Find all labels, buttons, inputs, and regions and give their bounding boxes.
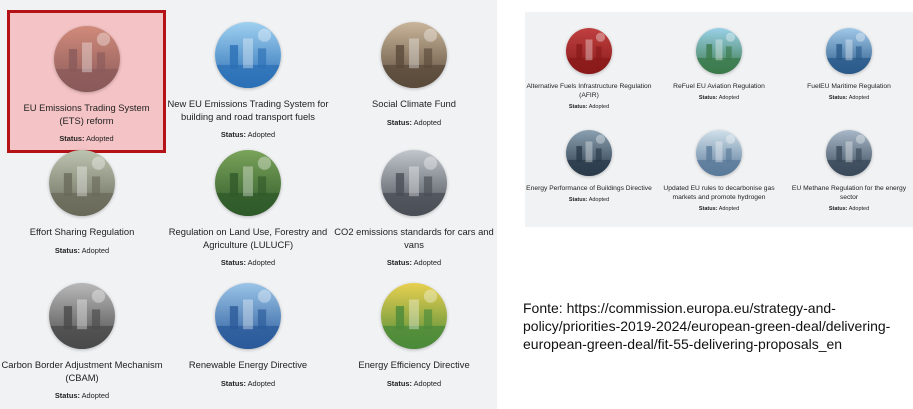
status-value: Adopted — [413, 117, 442, 127]
left-proposals-panel: EU Emissions Trading System (ETS) reform… — [0, 0, 497, 409]
status-label: Status: — [828, 206, 848, 213]
status-label: Status: — [54, 391, 80, 401]
status-line: Status: Adopted — [332, 118, 496, 127]
proposal-card[interactable]: EU Emissions Trading System (ETS) reform… — [7, 10, 166, 153]
status-line: Status: Adopted — [10, 134, 163, 143]
source-note: Fonte: https://commission.europa.eu/stra… — [523, 300, 891, 352]
status-value: Adopted — [413, 258, 442, 268]
proposal-title: Social Climate Fund — [372, 98, 456, 109]
proposal-title: Updated EU rules to decarbonise gas mark… — [663, 185, 775, 202]
proposal-title: Energy Efficiency Directive — [358, 359, 470, 370]
pipeline-icon — [826, 130, 872, 176]
status-line: Status: Adopted — [785, 206, 913, 212]
status-value: Adopted — [848, 206, 870, 213]
building-facade-icon — [566, 130, 612, 176]
proposal-title: Renewable Energy Directive — [188, 359, 308, 370]
cars-traffic-icon — [381, 150, 447, 216]
proposal-card[interactable]: Social Climate Fund Status: Adopted — [332, 22, 496, 127]
ev-charger-icon — [566, 28, 612, 74]
proposal-card[interactable]: CO2 emissions standards for cars and van… — [332, 150, 496, 267]
proposal-card[interactable]: ReFuel EU Aviation Regulation Status: Ado… — [655, 28, 783, 101]
proposal-title: EU Methane Regulation for the energy sec… — [791, 185, 907, 202]
status-line: Status: Adopted — [525, 104, 653, 110]
status-value: Adopted — [247, 378, 276, 388]
status-line: Status: Adopted — [332, 258, 496, 267]
proposal-title: New EU Emissions Trading System for buil… — [167, 98, 329, 122]
steel-industry-icon — [49, 283, 115, 349]
proposal-card[interactable]: EU Methane Regulation for the energy sec… — [785, 130, 913, 212]
cooling-tower-icon — [49, 150, 115, 216]
proposal-card[interactable]: Regulation on Land Use, Forestry and Agr… — [166, 150, 330, 267]
status-line: Status: Adopted — [166, 130, 330, 139]
status-line: Status: Adopted — [332, 379, 496, 388]
status-line: Status: Adopted — [655, 206, 783, 212]
proposal-card[interactable]: Energy Efficiency Directive Status: Adopt… — [332, 283, 496, 388]
status-label: Status: — [386, 378, 412, 388]
status-value: Adopted — [247, 130, 276, 140]
proposal-card[interactable]: FuelEU Maritime Regulation Status: Adopte… — [785, 28, 913, 101]
proposal-card[interactable]: Effort Sharing Regulation Status: Adopted — [0, 150, 164, 255]
proposal-title: ReFuel EU Aviation Regulation — [673, 83, 765, 90]
right-proposals-panel: Alternative Fuels Infrastructure Regulat… — [525, 12, 913, 227]
proposal-title: Energy Performance of Buildings Directiv… — [526, 185, 652, 192]
hydrogen-tanks-icon — [696, 130, 742, 176]
energy-label-icon — [381, 283, 447, 349]
status-value: Adopted — [413, 378, 442, 388]
proposal-title: Effort Sharing Regulation — [29, 226, 135, 237]
cargo-ship-icon — [826, 28, 872, 74]
proposal-title: FuelEU Maritime Regulation — [807, 83, 891, 90]
status-value: Adopted — [81, 391, 110, 401]
status-label: Status: — [220, 378, 246, 388]
proposal-title: Carbon Border Adjustment Mechanism (CBAM… — [1, 359, 163, 383]
status-label: Status: — [220, 258, 246, 268]
proposal-title: EU Emissions Trading System (ETS) reform — [23, 102, 150, 126]
fuel-station-icon — [215, 22, 281, 88]
status-label: Status: — [59, 134, 85, 144]
status-value: Adopted — [718, 206, 740, 213]
status-value: Adopted — [848, 95, 870, 102]
proposal-title: Regulation on Land Use, Forestry and Agr… — [168, 226, 328, 250]
status-label: Status: — [568, 104, 588, 111]
status-line: Status: Adopted — [525, 197, 653, 203]
status-value: Adopted — [718, 95, 740, 102]
status-label: Status: — [698, 206, 718, 213]
status-value: Adopted — [247, 258, 276, 268]
proposal-card[interactable]: New EU Emissions Trading System for buil… — [166, 22, 330, 139]
airplane-icon — [696, 28, 742, 74]
status-line: Status: Adopted — [166, 258, 330, 267]
status-line: Status: Adopted — [166, 379, 330, 388]
proposal-card[interactable]: Renewable Energy Directive Status: Adopte… — [166, 283, 330, 388]
status-value: Adopted — [81, 245, 110, 255]
solar-wind-icon — [215, 283, 281, 349]
status-value: Adopted — [588, 104, 610, 111]
proposal-title: Alternative Fuels Infrastructure Regulat… — [526, 83, 652, 100]
status-line: Status: Adopted — [0, 391, 164, 400]
elderly-people-icon — [381, 22, 447, 88]
status-value: Adopted — [588, 197, 610, 204]
status-value: Adopted — [86, 134, 114, 144]
status-line: Status: Adopted — [655, 95, 783, 101]
proposal-card[interactable]: Updated EU rules to decarbonise gas mark… — [655, 130, 783, 212]
forest-field-icon — [215, 150, 281, 216]
proposal-card[interactable]: Energy Performance of Buildings Directiv… — [525, 130, 653, 203]
proposal-title: CO2 emissions standards for cars and van… — [334, 226, 494, 250]
status-line: Status: Adopted — [0, 246, 164, 255]
proposal-card[interactable]: Alternative Fuels Infrastructure Regulat… — [525, 28, 653, 110]
proposal-card[interactable]: Carbon Border Adjustment Mechanism (CBAM… — [0, 283, 164, 400]
status-label: Status: — [828, 95, 848, 102]
status-label: Status: — [568, 197, 588, 204]
power-plant-icon — [53, 26, 120, 92]
status-line: Status: Adopted — [785, 95, 913, 101]
status-label: Status: — [386, 258, 412, 268]
status-label: Status: — [698, 95, 718, 102]
status-label: Status: — [54, 245, 80, 255]
status-label: Status: — [386, 117, 412, 127]
status-label: Status: — [220, 130, 246, 140]
